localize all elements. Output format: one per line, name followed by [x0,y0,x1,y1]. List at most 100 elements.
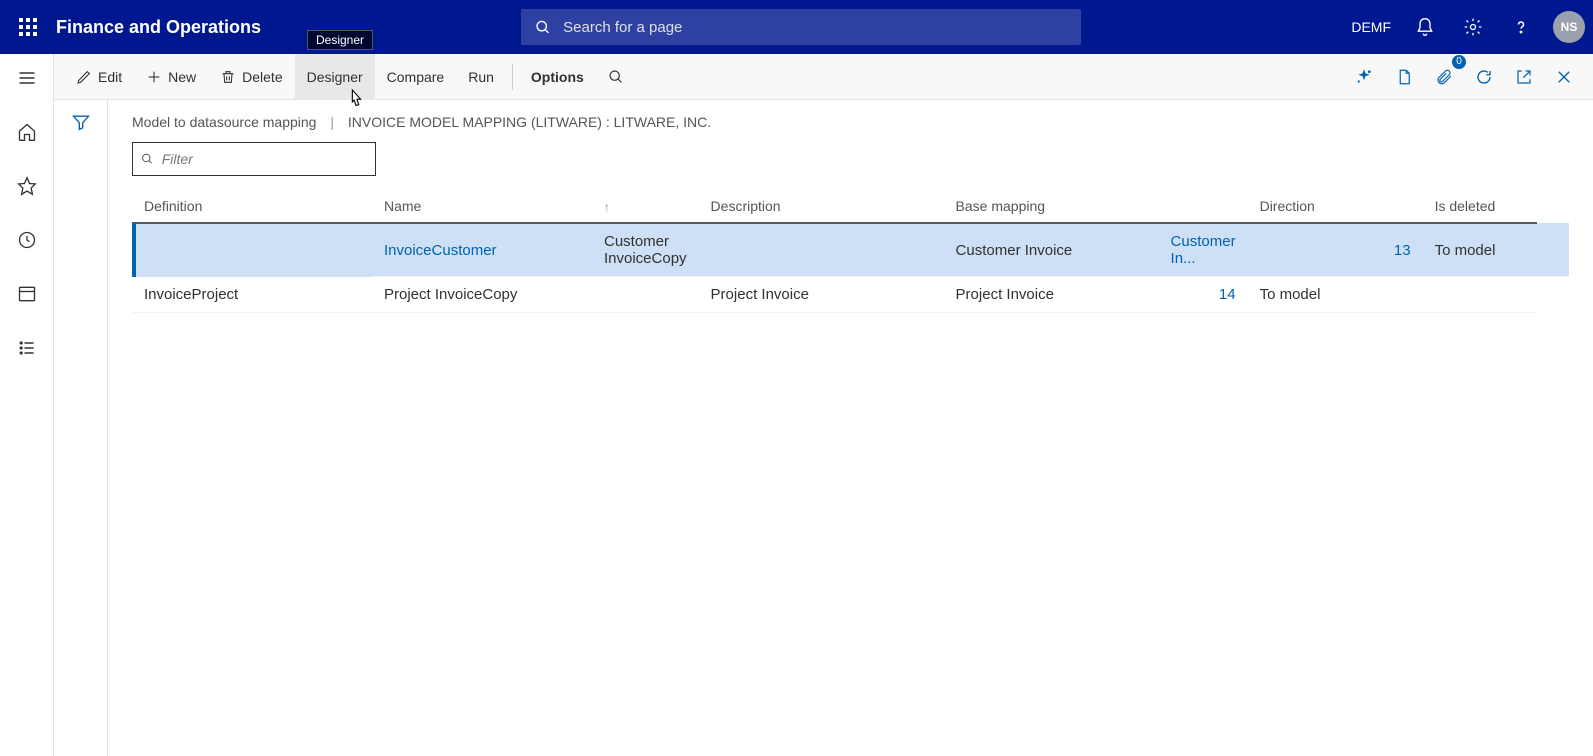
page-icon [1395,68,1413,86]
table-row[interactable]: InvoiceProjectProject InvoiceCopy Project… [132,277,1569,313]
attachments-badge: 0 [1452,55,1466,69]
breadcrumb-primary: Model to datasource mapping [132,114,316,130]
attachments-button[interactable]: 0 [1425,58,1463,96]
filter-rail [54,100,108,756]
popout-icon [1515,68,1533,86]
user-avatar[interactable]: NS [1553,11,1585,43]
hamburger-icon [17,68,37,88]
nav-favorites[interactable] [5,168,49,204]
grid-filter[interactable] [132,142,376,176]
col-description[interactable]: Description [699,190,944,223]
run-label: Run [468,69,494,85]
table-row[interactable]: InvoiceCustomer Customer InvoiceCopy Custo… [132,223,1569,277]
nav-hamburger[interactable] [5,60,49,96]
col-basemapping[interactable]: Base mapping [944,190,1159,223]
global-search[interactable] [521,9,1081,45]
help-button[interactable] [1501,7,1541,47]
action-separator [512,64,513,90]
breadcrumb: Model to datasource mapping | INVOICE MO… [132,114,1569,130]
designer-label: Designer [307,69,363,85]
search-icon [535,19,551,36]
sort-ascending-icon: ↑ [604,200,610,214]
left-nav-rail [0,54,54,756]
table-cell: To model [1423,223,1537,277]
pencil-icon [76,69,92,85]
edit-label: Edit [98,69,122,85]
list-icon [17,338,37,358]
delete-label: Delete [242,69,282,85]
cell-link[interactable]: Customer In... [1171,233,1236,267]
table-cell: InvoiceProject [132,277,372,313]
filter-funnel-button[interactable] [71,112,91,756]
mapping-table: Definition Name ↑ Description Base mappi… [132,190,1569,313]
actionbar-right-icons: 0 [1345,58,1583,96]
table-cell [1423,277,1537,313]
nav-workspaces[interactable] [5,276,49,312]
nav-home[interactable] [5,114,49,150]
designer-button[interactable]: Designer [295,54,375,100]
breadcrumb-secondary: INVOICE MODEL MAPPING (LITWARE) : LITWAR… [348,114,711,130]
run-button[interactable]: Run [456,54,506,100]
trash-icon [220,69,236,85]
nav-recent[interactable] [5,222,49,258]
plus-icon [146,69,162,85]
clock-icon [17,230,37,250]
page-search-button[interactable] [596,54,636,100]
col-isdeleted[interactable]: Is deleted [1423,190,1537,223]
table-cell [1537,223,1569,277]
breadcrumb-separator: | [330,114,334,130]
home-icon [17,122,37,142]
options-button[interactable]: Options [519,54,596,100]
compare-button[interactable]: Compare [375,54,457,100]
search-icon [141,152,154,166]
table-cell: 14 [1159,277,1248,313]
col-definition[interactable]: Definition [132,190,372,223]
table-cell: Project Invoice [699,277,944,313]
table-cell: InvoiceCustomer [372,223,592,277]
table-cell: Customer InvoiceCopy [592,223,699,277]
workspace-icon [17,284,37,304]
table-cell: Project InvoiceCopy [372,277,592,313]
new-label: New [168,69,196,85]
notifications-button[interactable] [1405,7,1445,47]
cell-link[interactable]: InvoiceCustomer [384,242,497,259]
app-title: Finance and Operations [56,17,261,38]
table-cell: 13 [1248,223,1423,277]
company-selector[interactable]: DEMF [1345,19,1397,35]
main-area: Edit New Delete Designer Compare Run Opt… [54,54,1593,756]
action-bar: Edit New Delete Designer Compare Run Opt… [54,54,1593,100]
col-direction[interactable]: Direction [1248,190,1423,223]
waffle-icon [19,18,37,36]
app-launcher-button[interactable] [8,0,48,54]
settings-button[interactable] [1453,7,1493,47]
new-button[interactable]: New [134,54,208,100]
content-row: Model to datasource mapping | INVOICE MO… [54,100,1593,756]
funnel-icon [71,112,91,132]
gear-icon [1463,17,1483,37]
options-label: Options [531,69,584,85]
bell-icon [1415,17,1435,37]
popout-button[interactable] [1505,58,1543,96]
compare-label: Compare [387,69,445,85]
table-cell [592,277,699,313]
refresh-button[interactable] [1465,58,1503,96]
nav-modules[interactable] [5,330,49,366]
map-button[interactable] [1385,58,1423,96]
sparkle-button[interactable] [1345,58,1383,96]
top-app-bar: Finance and Operations DEMF NS [0,0,1593,54]
table-cell: Project Invoice [944,277,1159,313]
table-cell: Customer Invoice [944,223,1159,277]
grid-filter-input[interactable] [162,151,367,167]
delete-button[interactable]: Delete [208,54,294,100]
close-icon [1555,68,1573,86]
global-search-input[interactable] [563,19,1067,36]
table-cell: Customer In... [1159,223,1248,277]
col-name-sort[interactable]: ↑ [592,190,699,223]
edit-button[interactable]: Edit [64,54,134,100]
shell: Edit New Delete Designer Compare Run Opt… [0,54,1593,756]
close-button[interactable] [1545,58,1583,96]
sparkle-icon [1355,68,1373,86]
search-icon [608,69,624,85]
refresh-icon [1475,68,1493,86]
col-name[interactable]: Name [372,190,592,223]
